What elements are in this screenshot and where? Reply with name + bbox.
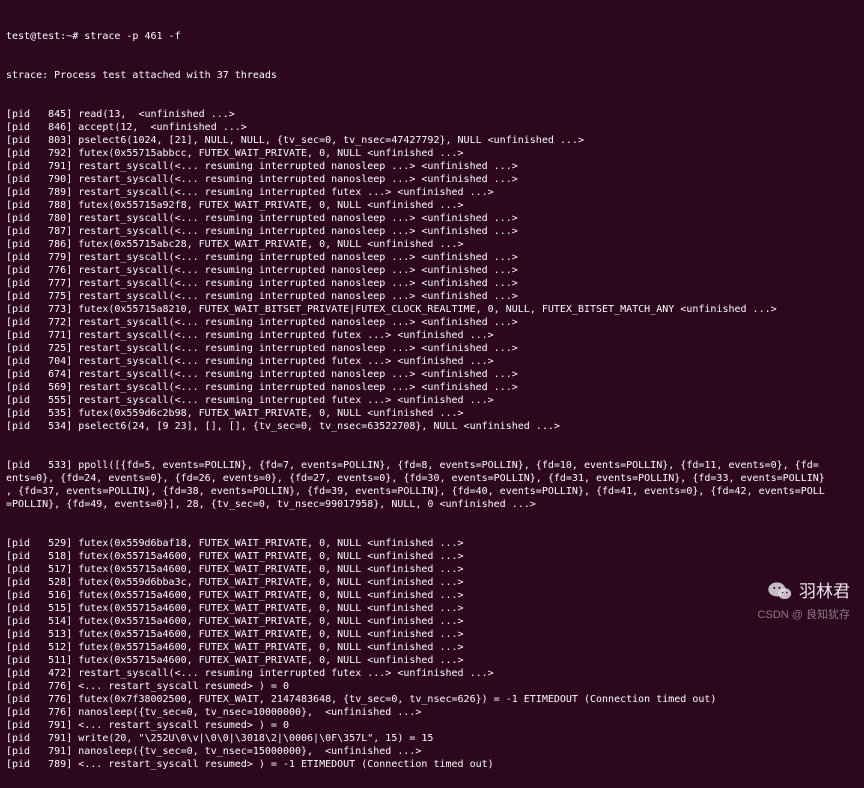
strace-line: [pid 787] restart_syscall(<... resuming … [6, 225, 858, 238]
attach-message: strace: Process test attached with 37 th… [6, 69, 858, 82]
strace-line: [pid 512] futex(0x55715a4600, FUTEX_WAIT… [6, 641, 858, 654]
strace-line: [pid 528] futex(0x559d6bba3c, FUTEX_WAIT… [6, 576, 858, 589]
strace-line: [pid 788] futex(0x55715a92f8, FUTEX_WAIT… [6, 199, 858, 212]
strace-line: [pid 803] pselect6(1024, [21], NULL, NUL… [6, 134, 858, 147]
strace-line: [pid 776] <... restart_syscall resumed> … [6, 680, 858, 693]
strace-line: [pid 674] restart_syscall(<... resuming … [6, 368, 858, 381]
watermark-text: 羽林君 [799, 585, 850, 598]
strace-line: [pid 775] restart_syscall(<... resuming … [6, 290, 858, 303]
strace-line: [pid 773] futex(0x55715a8210, FUTEX_WAIT… [6, 303, 858, 316]
strace-line: [pid 792] futex(0x55715abbcc, FUTEX_WAIT… [6, 147, 858, 160]
strace-line: [pid 569] restart_syscall(<... resuming … [6, 381, 858, 394]
strace-line: [pid 776] restart_syscall(<... resuming … [6, 264, 858, 277]
strace-line: [pid 472] restart_syscall(<... resuming … [6, 667, 858, 680]
strace-line: [pid 791] write(20, "\252U\0\v|\0\0|\301… [6, 732, 858, 745]
strace-line: [pid 779] restart_syscall(<... resuming … [6, 251, 858, 264]
strace-line: [pid 786] futex(0x55715abc28, FUTEX_WAIT… [6, 238, 858, 251]
strace-line: [pid 511] futex(0x55715a4600, FUTEX_WAIT… [6, 654, 858, 667]
strace-line: [pid 776] futex(0x7f38002500, FUTEX_WAIT… [6, 693, 858, 706]
wechat-icon [767, 580, 793, 602]
strace-line: [pid 514] futex(0x55715a4600, FUTEX_WAIT… [6, 615, 858, 628]
strace-line: [pid 535] futex(0x559d6c2b98, FUTEX_WAIT… [6, 407, 858, 420]
strace-line: ents=0}, {fd=24, events=0}, {fd=26, even… [6, 472, 858, 485]
strace-line: [pid 771] restart_syscall(<... resuming … [6, 329, 858, 342]
strace-line: [pid 789] restart_syscall(<... resuming … [6, 186, 858, 199]
strace-line: [pid 534] pselect6(24, [9 23], [], [], {… [6, 420, 858, 433]
strace-line: [pid 518] futex(0x55715a4600, FUTEX_WAIT… [6, 550, 858, 563]
terminal-output: test@test:~# strace -p 461 -f strace: Pr… [0, 0, 864, 788]
strace-line: [pid 513] futex(0x55715a4600, FUTEX_WAIT… [6, 628, 858, 641]
shell-prompt: test@test:~# strace -p 461 -f [6, 30, 858, 43]
csdn-watermark: CSDN @ 良知犹存 [758, 609, 850, 622]
strace-line: [pid 791] restart_syscall(<... resuming … [6, 160, 858, 173]
strace-line: , {fd=37, events=POLLIN}, {fd=38, events… [6, 485, 858, 498]
strace-line: [pid 777] restart_syscall(<... resuming … [6, 277, 858, 290]
strace-line: [pid 776] nanosleep({tv_sec=0, tv_nsec=1… [6, 706, 858, 719]
strace-line: [pid 516] futex(0x55715a4600, FUTEX_WAIT… [6, 589, 858, 602]
strace-line: [pid 515] futex(0x55715a4600, FUTEX_WAIT… [6, 602, 858, 615]
strace-line: [pid 790] restart_syscall(<... resuming … [6, 173, 858, 186]
strace-line: [pid 791] nanosleep({tv_sec=0, tv_nsec=1… [6, 745, 858, 758]
strace-line: [pid 780] restart_syscall(<... resuming … [6, 212, 858, 225]
strace-line: [pid 529] futex(0x559d6baf18, FUTEX_WAIT… [6, 537, 858, 550]
strace-line: [pid 845] read(13, <unfinished ...> [6, 108, 858, 121]
watermark: 羽林君 [767, 580, 850, 602]
strace-line: [pid 533] ppoll([{fd=5, events=POLLIN}, … [6, 459, 858, 472]
strace-line: [pid 555] restart_syscall(<... resuming … [6, 394, 858, 407]
strace-line: [pid 517] futex(0x55715a4600, FUTEX_WAIT… [6, 563, 858, 576]
strace-line: [pid 725] restart_syscall(<... resuming … [6, 342, 858, 355]
strace-line: [pid 791] <... restart_syscall resumed> … [6, 719, 858, 732]
strace-line: [pid 704] restart_syscall(<... resuming … [6, 355, 858, 368]
strace-line: [pid 789] <... restart_syscall resumed> … [6, 758, 858, 771]
strace-line: =POLLIN}, {fd=49, events=0}], 28, {tv_se… [6, 498, 858, 511]
strace-line: [pid 772] restart_syscall(<... resuming … [6, 316, 858, 329]
strace-line: [pid 846] accept(12, <unfinished ...> [6, 121, 858, 134]
